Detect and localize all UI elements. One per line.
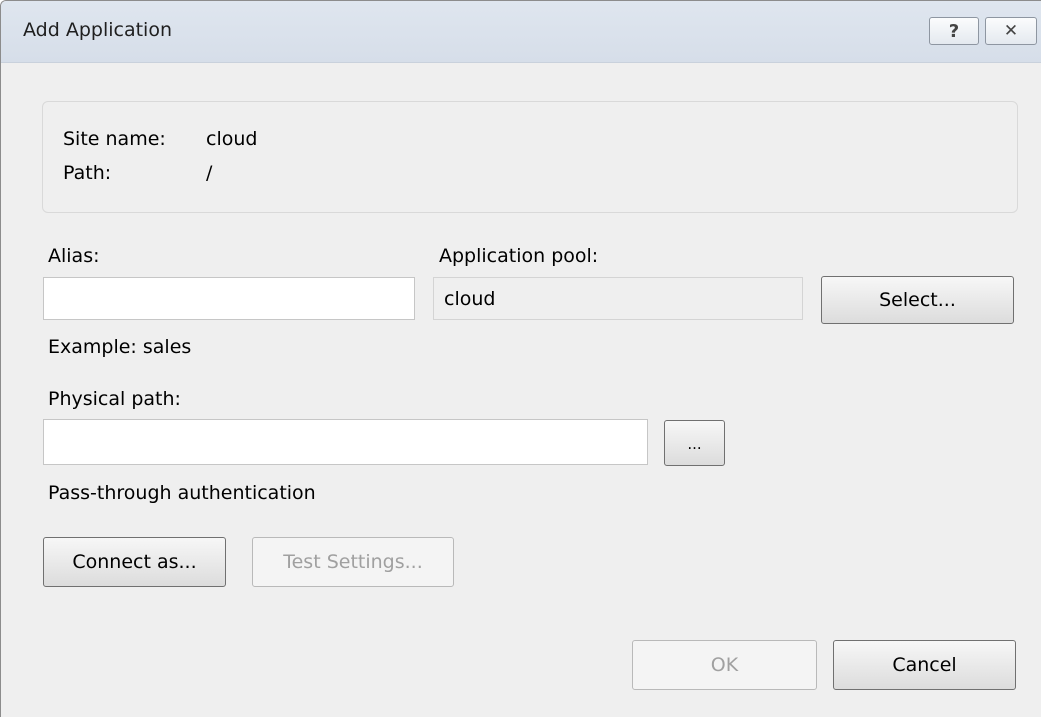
test-settings-button[interactable]: Test Settings... [252,537,454,587]
ok-button[interactable]: OK [632,640,817,690]
site-name-row: Site name: cloud [63,128,257,150]
physical-path-input[interactable] [43,419,648,465]
dialog-content: Site name: cloud Path: / Alias: Example:… [1,63,1041,717]
alias-input[interactable] [43,277,415,320]
alias-label: Alias: [48,245,100,267]
help-button[interactable]: ? [929,17,979,45]
cancel-button[interactable]: Cancel [833,640,1016,690]
dialog-title: Add Application [23,19,172,41]
path-label: Path: [63,162,112,184]
application-pool-field: cloud [433,277,803,320]
question-mark-icon: ? [948,20,960,42]
site-info-box: Site name: cloud Path: / [42,101,1018,213]
close-button[interactable]: ✕ [985,17,1037,45]
title-bar: Add Application ? ✕ [1,1,1041,63]
physical-path-label: Physical path: [48,388,181,410]
alias-example: Example: sales [48,336,192,358]
browse-button[interactable]: ... [664,420,725,466]
site-name-label: Site name: [63,128,166,150]
close-icon: ✕ [1003,21,1019,41]
application-pool-label: Application pool: [439,245,599,267]
site-name-value: cloud [206,128,258,150]
connect-as-button[interactable]: Connect as... [43,537,226,587]
select-button[interactable]: Select... [821,276,1014,324]
pass-through-authentication-label: Pass-through authentication [48,482,316,504]
path-value: / [206,162,213,184]
add-application-dialog: Add Application ? ✕ Site name: cloud Pat… [0,0,1041,717]
path-row: Path: / [63,162,212,184]
